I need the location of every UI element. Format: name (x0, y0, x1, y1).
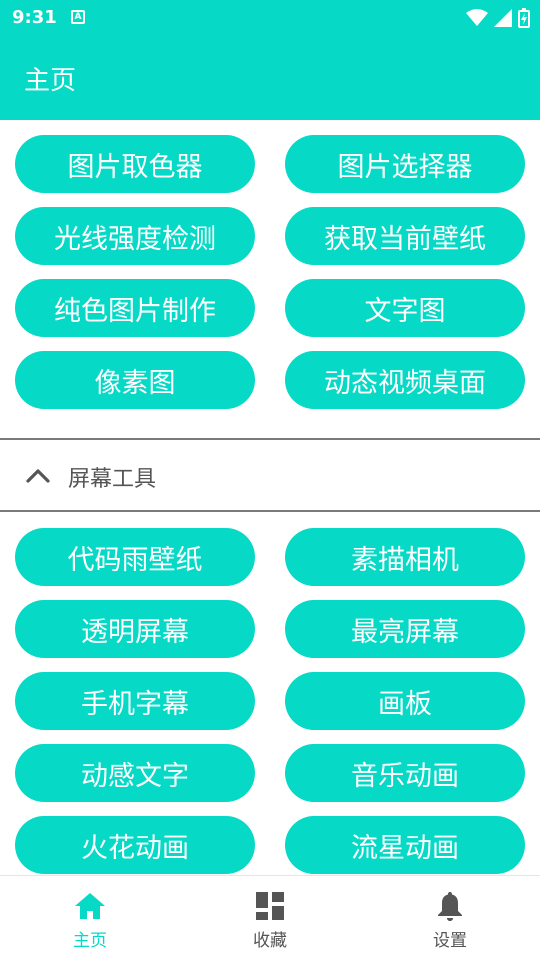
tool-button[interactable]: 光线强度检测 (15, 207, 255, 265)
status-icons (466, 7, 530, 29)
tool-button[interactable]: 透明屏幕 (15, 600, 255, 658)
bell-icon (434, 890, 466, 922)
cellular-signal-icon (494, 9, 512, 27)
tool-button[interactable]: 动感文字 (15, 744, 255, 802)
section-header-screen-tools[interactable]: 屏幕工具 (0, 438, 540, 512)
nav-item-settings[interactable]: 设置 (360, 876, 540, 960)
tool-button[interactable]: 像素图 (15, 351, 255, 409)
status-bar: 9:31 A (0, 0, 540, 36)
nav-label: 收藏 (253, 931, 287, 951)
nav-label: 设置 (433, 931, 467, 951)
page-title: 主页 (24, 66, 77, 96)
tool-button[interactable]: 画板 (285, 672, 525, 730)
chevron-up-icon (26, 469, 50, 483)
tool-button[interactable]: 火花动画 (15, 816, 255, 874)
app-bar: 主页 (0, 36, 540, 120)
tool-button[interactable]: 最亮屏幕 (285, 600, 525, 658)
tool-button[interactable]: 音乐动画 (285, 744, 525, 802)
tool-button[interactable]: 获取当前壁纸 (285, 207, 525, 265)
battery-charging-icon (518, 8, 530, 28)
tool-button[interactable]: 文字图 (285, 279, 525, 337)
tool-button[interactable]: 动态视频桌面 (285, 351, 525, 409)
home-icon (74, 890, 106, 922)
section-title: 屏幕工具 (68, 467, 157, 492)
nav-item-home[interactable]: 主页 (0, 876, 180, 960)
wifi-icon (466, 9, 488, 26)
tool-button[interactable]: 流星动画 (285, 816, 525, 874)
dashboard-icon (254, 890, 286, 922)
content-area[interactable]: 图片取色器 图片选择器 光线强度检测 获取当前壁纸 纯色图片制作 文字图 像素图… (0, 120, 540, 875)
bottom-navigation: 主页 收藏 设置 (0, 875, 540, 960)
tool-button[interactable]: 代码雨壁纸 (15, 528, 255, 586)
nav-label: 主页 (73, 931, 107, 951)
notification-icon: A (71, 10, 85, 24)
tool-button[interactable]: 图片选择器 (285, 135, 525, 193)
tool-button[interactable]: 素描相机 (285, 528, 525, 586)
nav-item-favorites[interactable]: 收藏 (180, 876, 360, 960)
status-time: 9:31 (12, 7, 57, 28)
tool-button[interactable]: 图片取色器 (15, 135, 255, 193)
tool-button[interactable]: 纯色图片制作 (15, 279, 255, 337)
tool-button[interactable]: 手机字幕 (15, 672, 255, 730)
